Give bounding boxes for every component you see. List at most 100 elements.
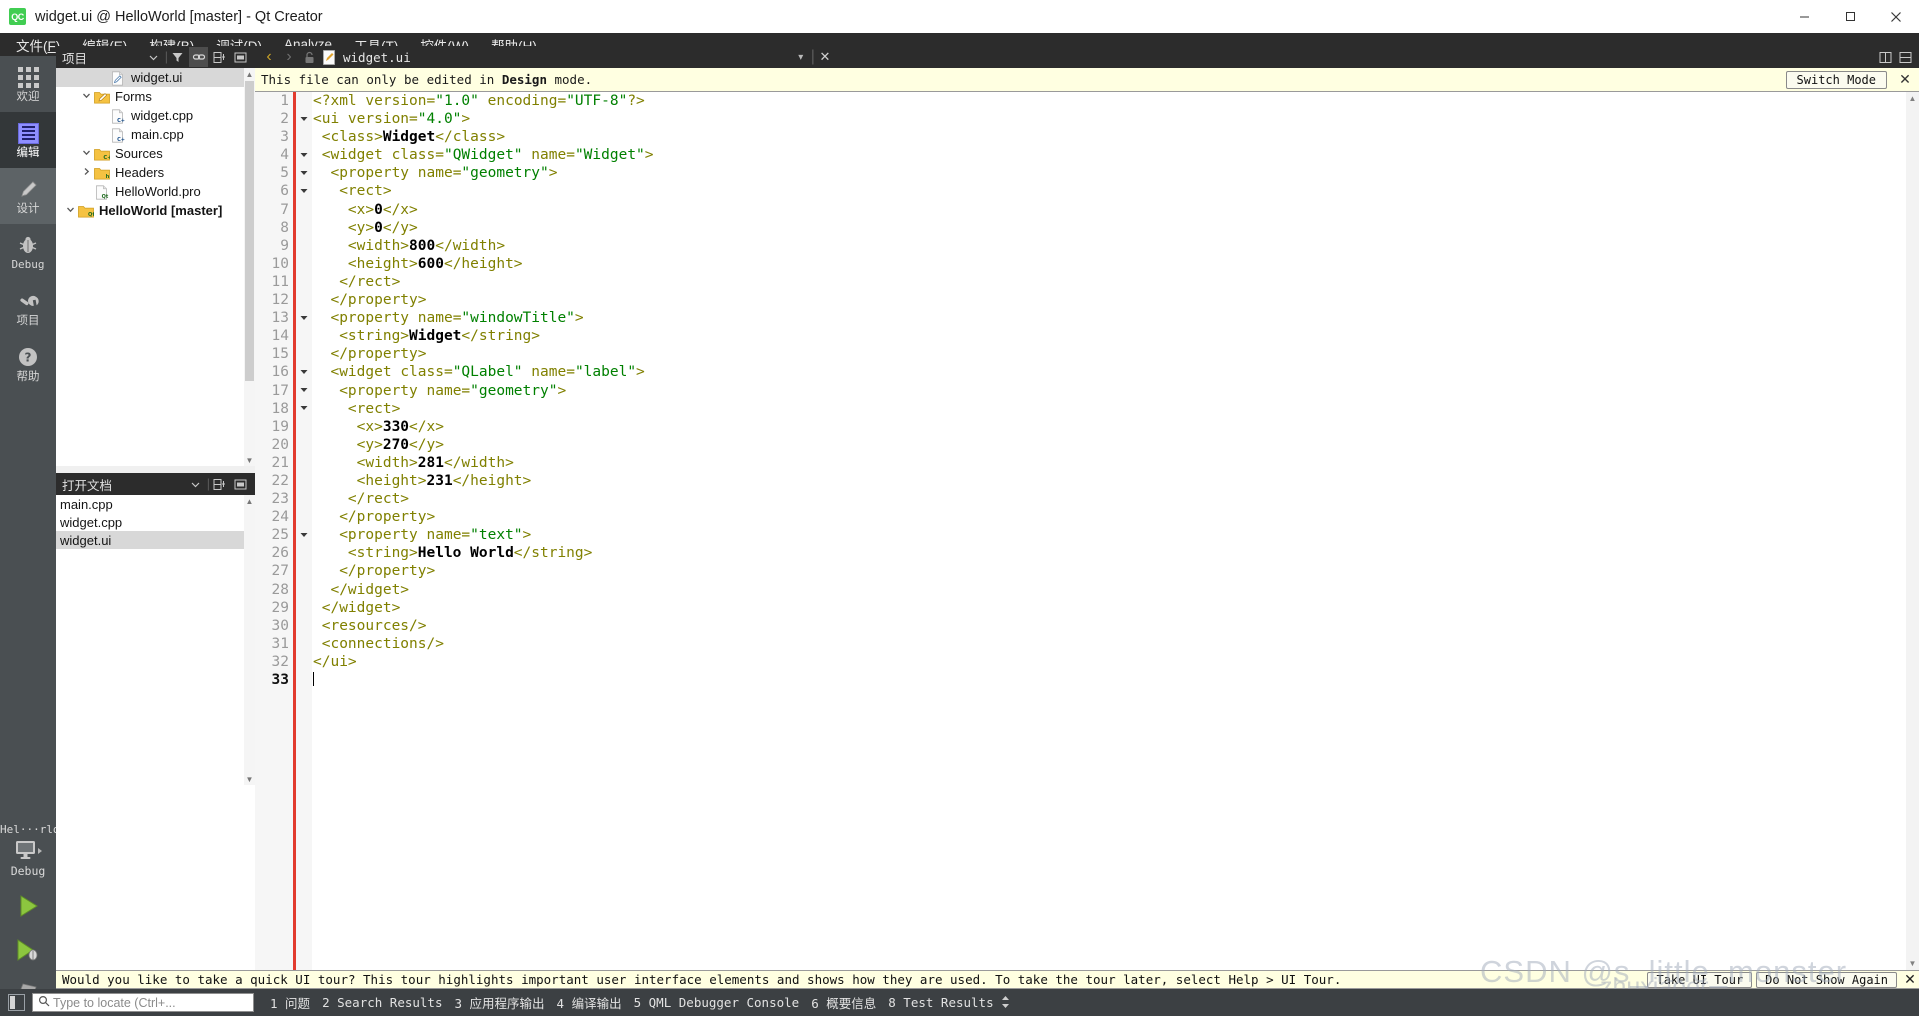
fold-marker-icon[interactable] xyxy=(297,363,311,381)
fold-marker-icon[interactable] xyxy=(297,182,311,200)
scroll-up-arrow[interactable]: ▲ xyxy=(1906,92,1919,105)
mode-design[interactable]: 设计 xyxy=(0,168,56,224)
project-tree[interactable]: widget.ui Forms C+ widget.cpp C+ main.cpp C+ So… xyxy=(56,68,255,466)
code-line[interactable]: 16 <widget class="QLabel" name="label"> xyxy=(255,363,1919,381)
mode-help[interactable]: ? 帮助 xyxy=(0,336,56,392)
code-line[interactable]: 18 <rect> xyxy=(255,400,1919,418)
fold-marker-icon[interactable] xyxy=(297,164,311,182)
filter-icon[interactable] xyxy=(168,47,187,67)
code-line[interactable]: 1 <?xml version="1.0" encoding="UTF-8"?> xyxy=(255,92,1919,110)
output-pane-button-6[interactable]: 8 Test Results xyxy=(888,995,993,1010)
split-icon[interactable] xyxy=(210,47,229,67)
kit-selector-button[interactable] xyxy=(0,836,56,864)
code-line[interactable]: 30 <resources/> xyxy=(255,617,1919,635)
fold-marker-icon[interactable] xyxy=(297,146,311,164)
tree-item-sources[interactable]: C+ Sources xyxy=(56,144,255,163)
code-line[interactable]: 32 </ui> xyxy=(255,653,1919,671)
fold-marker-icon[interactable] xyxy=(297,526,311,544)
code-line[interactable]: 28 </widget> xyxy=(255,581,1919,599)
file-list-dropdown[interactable]: ▾ xyxy=(791,47,811,67)
code-line[interactable]: 5 <property name="geometry"> xyxy=(255,164,1919,182)
lock-icon[interactable] xyxy=(299,47,319,67)
tree-item-headers[interactable]: h Headers xyxy=(56,163,255,182)
tour-close-icon[interactable]: ✕ xyxy=(1901,971,1919,988)
fold-marker-icon[interactable] xyxy=(297,400,311,418)
tree-item-helloworld-master[interactable]: Qt HelloWorld [master] xyxy=(56,201,255,220)
tree-item-widget-cpp[interactable]: C+ widget.cpp xyxy=(56,106,255,125)
tree-item-main-cpp[interactable]: C+ main.cpp xyxy=(56,125,255,144)
take-ui-tour-button[interactable]: Take UI Tour xyxy=(1647,971,1753,988)
code-line[interactable]: 27 </property> xyxy=(255,562,1919,580)
banner-close-icon[interactable]: ✕ xyxy=(1897,71,1913,88)
code-line[interactable]: 15 </property> xyxy=(255,345,1919,363)
split-icon[interactable] xyxy=(210,474,229,494)
split-icon[interactable] xyxy=(1875,47,1895,67)
output-pane-button-0[interactable]: 1 问题 xyxy=(270,993,310,1012)
output-pane-button-2[interactable]: 3 应用程序输出 xyxy=(454,993,544,1012)
scroll-down-arrow[interactable]: ▼ xyxy=(244,773,255,785)
scroll-up-arrow[interactable]: ▲ xyxy=(244,495,255,507)
code-line[interactable]: 3 <class>Widget</class> xyxy=(255,128,1919,146)
dock-splitter[interactable] xyxy=(56,466,255,473)
code-line[interactable]: 20 <y>270</y> xyxy=(255,436,1919,454)
output-pane-button-4[interactable]: 5 QML Debugger Console xyxy=(634,995,800,1010)
mode-welcome[interactable]: 欢迎 xyxy=(0,56,56,112)
output-pane-button-1[interactable]: 2 Search Results xyxy=(322,995,442,1010)
mode-edit[interactable]: 编辑 xyxy=(0,112,56,168)
chevron-down-icon[interactable] xyxy=(62,205,78,216)
fold-marker-icon[interactable] xyxy=(297,382,311,400)
code-lines[interactable]: 1 <?xml version="1.0" encoding="UTF-8"?> 2… xyxy=(255,92,1919,970)
chevron-down-icon[interactable] xyxy=(78,148,94,159)
scroll-down-arrow[interactable]: ▼ xyxy=(244,454,255,466)
code-line[interactable]: 22 <height>231</height> xyxy=(255,472,1919,490)
code-line[interactable]: 13 <property name="windowTitle"> xyxy=(255,309,1919,327)
code-line[interactable]: 31 <connections/> xyxy=(255,635,1919,653)
maximize-button[interactable] xyxy=(1827,0,1873,33)
tree-item-forms[interactable]: Forms xyxy=(56,87,255,106)
open-doc-item[interactable]: widget.cpp xyxy=(56,513,255,531)
code-line[interactable]: 21 <width>281</width> xyxy=(255,454,1919,472)
code-editor[interactable]: 1 <?xml version="1.0" encoding="UTF-8"?> 2… xyxy=(255,92,1919,970)
code-line[interactable]: 9 <width>800</width> xyxy=(255,237,1919,255)
scroll-down-arrow[interactable]: ▼ xyxy=(1906,957,1919,970)
code-line[interactable]: 29 </widget> xyxy=(255,599,1919,617)
split-side-icon[interactable] xyxy=(1895,47,1915,67)
tree-item-helloworld-pro[interactable]: Qt HelloWorld.pro xyxy=(56,182,255,201)
code-line[interactable]: 11 </rect> xyxy=(255,273,1919,291)
open-documents-list[interactable]: ▲ ▼ main.cpp widget.cpp widget.ui xyxy=(56,495,255,785)
locator-input[interactable]: Type to locate (Ctrl+... xyxy=(32,993,254,1012)
close-button[interactable] xyxy=(1873,0,1919,33)
code-line[interactable]: 10 <height>600</height> xyxy=(255,255,1919,273)
code-line[interactable]: 17 <property name="geometry"> xyxy=(255,382,1919,400)
debug-button[interactable] xyxy=(0,928,56,972)
link-icon[interactable] xyxy=(189,47,208,67)
code-line[interactable]: 8 <y>0</y> xyxy=(255,219,1919,237)
code-line[interactable]: 26 <string>Hello World</string> xyxy=(255,544,1919,562)
code-line[interactable]: 25 <property name="text"> xyxy=(255,526,1919,544)
run-button[interactable] xyxy=(0,884,56,928)
chevron-right-icon[interactable] xyxy=(78,167,94,178)
nav-forward-button[interactable]: › xyxy=(279,47,299,67)
code-line[interactable]: 12 </property> xyxy=(255,291,1919,309)
project-tree-scrollbar[interactable]: ▲ ▼ xyxy=(244,68,255,466)
code-line[interactable]: 33 xyxy=(255,671,1919,689)
code-line[interactable]: 2 <ui version="4.0"> xyxy=(255,110,1919,128)
code-line[interactable]: 19 <x>330</x> xyxy=(255,418,1919,436)
code-line[interactable]: 4 <widget class="QWidget" name="Widget"> xyxy=(255,146,1919,164)
open-doc-item[interactable]: main.cpp xyxy=(56,495,255,513)
sidebar-toggle-icon[interactable] xyxy=(8,994,25,1011)
scroll-thumb[interactable] xyxy=(245,81,254,381)
mode-projects[interactable]: 项目 xyxy=(0,280,56,336)
tree-item-widget-ui[interactable]: widget.ui xyxy=(56,68,255,87)
switch-mode-button[interactable]: Switch Mode xyxy=(1785,70,1887,89)
chevron-down-icon[interactable] xyxy=(78,91,94,102)
opendocs-scrollbar[interactable]: ▲ ▼ xyxy=(244,495,255,785)
code-line[interactable]: 23 </rect> xyxy=(255,490,1919,508)
minimize-button[interactable] xyxy=(1781,0,1827,33)
chevron-down-icon[interactable] xyxy=(144,47,163,67)
scroll-up-arrow[interactable]: ▲ xyxy=(244,68,255,80)
active-file-tab-label[interactable]: widget.ui xyxy=(339,50,411,65)
output-pane-updown-icon[interactable] xyxy=(1000,995,1011,1011)
output-pane-button-5[interactable]: 6 概要信息 xyxy=(811,993,876,1012)
do-not-show-again-button[interactable]: Do Not Show Again xyxy=(1756,971,1897,988)
